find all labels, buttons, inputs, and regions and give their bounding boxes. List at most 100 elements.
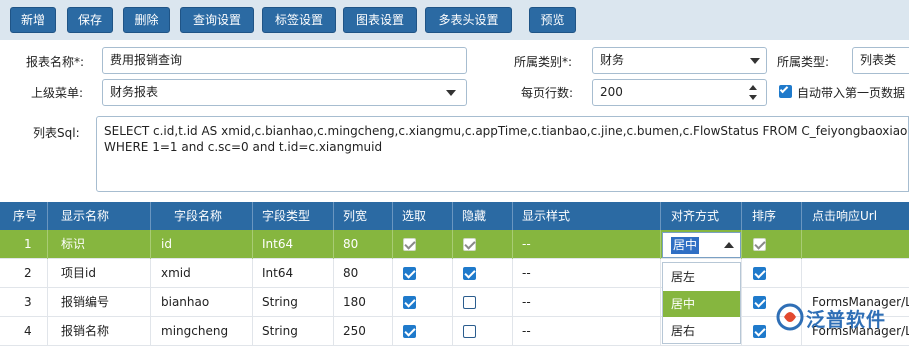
table-row[interactable]: 3 报销编号 bianhao String 180 -- FormsManage… [0,288,909,317]
preview-button[interactable]: 预览 [529,7,576,33]
row-divider [512,317,513,346]
sql-panel: 列表Sql: SELECT c.id,t.id AS xmid,c.bianha… [0,106,909,202]
row-divider [392,288,393,317]
sql-textarea[interactable]: SELECT c.id,t.id AS xmid,c.bianhao,c.min… [96,116,909,192]
cell-field-name[interactable]: mingcheng [161,317,228,346]
cell-display-name[interactable]: 项目id [61,259,96,288]
row-divider [660,259,661,288]
row-divider [512,230,513,259]
header-field-name: 字段名称 [174,209,223,223]
stepper-down-icon[interactable] [749,95,757,100]
align-dropdown-list: 居左 居中 居右 [662,262,741,344]
parent-menu-select[interactable]: 财务报表 [102,79,467,106]
cell-field-name[interactable]: bianhao [161,288,209,317]
cell-field-type[interactable]: String [262,288,298,317]
header-align: 对齐方式 [671,209,720,223]
header-divider [512,202,513,230]
category-select[interactable]: 财务 [592,47,767,74]
cell-display-name[interactable]: 标识 [61,230,85,259]
report-name-input[interactable]: 费用报销查询 [102,47,467,74]
cell-width[interactable]: 80 [343,230,358,259]
row-divider [47,317,48,346]
cell-seq: 4 [24,324,32,338]
save-button[interactable]: 保存 [67,7,113,33]
header-pick: 选取 [402,209,427,223]
row-divider [333,317,334,346]
hide-checkbox[interactable] [463,238,476,251]
sort-checkbox[interactable] [753,325,766,338]
hide-checkbox[interactable] [463,267,476,280]
cell-field-type[interactable]: Int64 [262,230,293,259]
cell-display-style[interactable]: -- [522,288,531,317]
align-option-right[interactable]: 居右 [663,318,740,344]
row-divider [452,230,453,259]
query-settings-button[interactable]: 查询设置 [180,7,254,33]
multi-header-settings-button[interactable]: 多表头设置 [425,7,512,33]
sort-checkbox[interactable] [753,296,766,309]
sql-line-2: WHERE 1=1 and c.sc=0 and t.id=c.xiangmui… [104,140,383,154]
cell-field-name[interactable]: id [161,230,172,259]
align-combobox[interactable]: 居中 [662,232,741,258]
header-hide: 隐藏 [462,209,487,223]
chart-settings-button[interactable]: 图表设置 [343,7,417,33]
rows-per-page-label: 每页行数: [521,86,574,100]
header-divider [333,202,334,230]
row-divider [452,259,453,288]
add-button[interactable]: 新增 [10,7,56,33]
logo-text: 泛普软件 [806,309,887,331]
align-option-left[interactable]: 居左 [663,264,740,290]
table-row[interactable]: 1 标识 id Int64 80 -- [0,230,909,259]
header-seq: 序号 [13,209,38,223]
cell-display-name[interactable]: 报销名称 [61,317,109,346]
sql-line-1: SELECT c.id,t.id AS xmid,c.bianhao,c.min… [104,124,909,138]
logo-mark-icon [776,303,804,331]
header-divider [660,202,661,230]
hide-checkbox[interactable] [463,296,476,309]
chevron-down-icon [446,90,456,96]
sort-checkbox[interactable] [753,238,766,251]
category-label: 所属类别*: [514,55,573,69]
table-row[interactable]: 4 报销名称 mingcheng String 250 -- FormsMana… [0,317,909,346]
header-display-style: 显示样式 [522,209,571,223]
category-value: 财务 [600,53,625,67]
columns-grid: 序号 显示名称 字段名称 字段类型 列宽 选取 隐藏 显示样式 对齐方式 排序 … [0,202,909,349]
row-divider [47,259,48,288]
header-field-type: 字段类型 [262,209,311,223]
stepper-up-icon[interactable] [749,85,757,90]
row-divider [150,317,151,346]
header-display-name: 显示名称 [61,209,110,223]
sort-checkbox[interactable] [753,267,766,280]
pick-checkbox[interactable] [403,238,416,251]
delete-button[interactable]: 删除 [123,7,170,33]
toolbar: 新增 保存 删除 查询设置 标签设置 图表设置 多表头设置 预览 [0,0,909,40]
hide-checkbox[interactable] [463,325,476,338]
row-divider [660,230,661,259]
table-row[interactable]: 2 项目id xmid Int64 80 -- [0,259,909,288]
cell-seq: 1 [24,237,32,251]
cell-display-name[interactable]: 报销编号 [61,288,109,317]
header-divider [452,202,453,230]
cell-field-type[interactable]: Int64 [262,259,293,288]
sql-label: 列表Sql: [33,126,80,140]
row-divider [392,259,393,288]
cell-width[interactable]: 180 [343,288,366,317]
align-option-center[interactable]: 居中 [663,291,740,317]
type-select[interactable]: 列表类 [852,47,909,74]
cell-field-type[interactable]: String [262,317,298,346]
pick-checkbox[interactable] [403,325,416,338]
cell-field-name[interactable]: xmid [161,259,191,288]
auto-first-page-checkbox[interactable] [779,84,792,98]
cell-width[interactable]: 80 [343,259,358,288]
pick-checkbox[interactable] [403,296,416,309]
label-settings-button[interactable]: 标签设置 [262,7,336,33]
pick-checkbox[interactable] [403,267,416,280]
cell-display-style[interactable]: -- [522,259,531,288]
header-divider [47,202,48,230]
cell-display-style[interactable]: -- [522,317,531,346]
cell-display-style[interactable]: -- [522,230,531,259]
rows-per-page-stepper[interactable]: 200 [592,79,767,106]
auto-first-page-label: 自动带入第一页数据 [797,86,906,100]
cell-width[interactable]: 250 [343,317,366,346]
header-divider [150,202,151,230]
row-divider [252,288,253,317]
